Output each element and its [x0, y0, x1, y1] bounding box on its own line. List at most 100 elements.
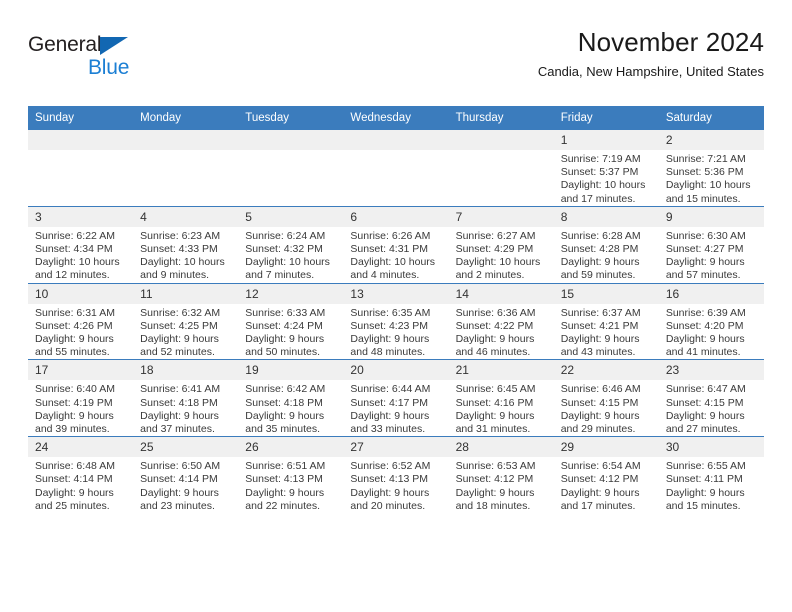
calendar-day-cell[interactable]: 23 Sunrise: 6:47 AM Sunset: 4:15 PM Dayligh… — [658, 359, 764, 437]
daylight-text: Daylight: 10 hours and 12 minutes. — [35, 256, 120, 282]
calendar-day-cell[interactable]: 26 Sunrise: 6:51 AM Sunset: 4:13 PM Dayligh… — [238, 436, 344, 514]
sunrise-text: Sunrise: 7:21 AM — [665, 153, 746, 165]
day-number: 6 — [343, 206, 449, 227]
day-details: Sunrise: 6:45 AM Sunset: 4:16 PM Daylight:… — [449, 380, 554, 436]
sunrise-text: Sunrise: 6:40 AM — [35, 383, 115, 396]
calendar-header-row: Sunday Monday Tuesday Wednesday Thursday Frid… — [28, 106, 764, 130]
calendar-day-cell[interactable]: 25 Sunrise: 6:50 AM Sunset: 4:14 PM Dayligh… — [133, 436, 239, 514]
day-number — [343, 130, 449, 150]
calendar-day-cell[interactable]: 7 Sunrise: 6:27 AM Sunset: 4:29 PM Daylight… — [448, 205, 554, 284]
daylight-text: Daylight: 9 hours and 43 minutes. — [560, 333, 640, 359]
day-number: 11 — [133, 283, 239, 304]
daylight-text: Daylight: 9 hours and 39 minutes. — [35, 409, 114, 436]
day-details: Sunrise: 6:44 AM Sunset: 4:17 PM Daylight:… — [343, 380, 448, 436]
sunset-text: Sunset: 5:37 PM — [560, 166, 639, 179]
calendar-day-cell-empty — [343, 130, 449, 207]
daylight-text: Daylight: 9 hours and 57 minutes. — [665, 256, 745, 282]
daylight-text: Daylight: 9 hours and 35 minutes. — [245, 409, 325, 436]
day-number — [28, 130, 134, 150]
sunset-text: Sunset: 4:18 PM — [245, 396, 323, 409]
calendar-day-cell[interactable]: 30 Sunrise: 6:55 AM Sunset: 4:11 PM Dayligh… — [658, 436, 764, 514]
sunset-text: Sunset: 4:20 PM — [665, 319, 744, 332]
day-details: Sunrise: 6:50 AM Sunset: 4:14 PM Daylight:… — [133, 457, 238, 513]
calendar-day-cell[interactable]: 19 Sunrise: 6:42 AM Sunset: 4:18 PM Dayligh… — [238, 359, 344, 437]
daylight-text: Daylight: 10 hours and 15 minutes. — [665, 179, 751, 205]
calendar-day-cell-empty — [238, 130, 344, 207]
day-number: 7 — [448, 206, 554, 227]
day-number: 17 — [28, 360, 134, 381]
calendar-week-row: 24 Sunrise: 6:48 AM Sunset: 4:14 PM Dayligh… — [28, 436, 764, 514]
day-details: Sunrise: 6:23 AM Sunset: 4:33 PM Daylight:… — [133, 227, 238, 283]
calendar-day-cell[interactable]: 5 Sunrise: 6:24 AM Sunset: 4:32 PM Daylight… — [238, 205, 344, 284]
day-number: 14 — [448, 283, 554, 304]
calendar-day-cell[interactable]: 15 Sunrise: 6:37 AM Sunset: 4:21 PM Dayligh… — [553, 282, 659, 360]
sunset-text: Sunset: 4:32 PM — [245, 243, 323, 256]
day-details: Sunrise: 6:35 AM Sunset: 4:23 PM Daylight:… — [343, 304, 448, 360]
sunrise-text: Sunrise: 6:47 AM — [665, 383, 746, 396]
day-number: 3 — [28, 206, 134, 227]
day-number: 28 — [448, 437, 554, 458]
calendar-day-cell[interactable]: 20 Sunrise: 6:44 AM Sunset: 4:17 PM Dayligh… — [343, 359, 449, 437]
day-details: Sunrise: 6:27 AM Sunset: 4:29 PM Daylight:… — [449, 227, 554, 283]
sunset-text: Sunset: 4:16 PM — [455, 396, 534, 409]
calendar-day-cell[interactable]: 21 Sunrise: 6:45 AM Sunset: 4:16 PM Dayligh… — [448, 359, 554, 437]
calendar-day-cell[interactable]: 27 Sunrise: 6:52 AM Sunset: 4:13 PM Dayligh… — [343, 436, 449, 514]
calendar-day-cell[interactable]: 8 Sunrise: 6:28 AM Sunset: 4:28 PM Daylight… — [553, 205, 659, 284]
calendar-day-cell[interactable]: 14 Sunrise: 6:36 AM Sunset: 4:22 PM Dayligh… — [448, 282, 554, 360]
sunset-text: Sunset: 4:12 PM — [455, 473, 534, 486]
sunrise-text: Sunrise: 6:46 AM — [560, 383, 641, 396]
weekday-header-friday: Friday — [553, 106, 659, 130]
sunrise-text: Sunrise: 6:39 AM — [665, 306, 746, 319]
weekday-header-row: Sunday Monday Tuesday Wednesday Thursday Frid… — [28, 106, 764, 130]
calendar-day-cell[interactable]: 18 Sunrise: 6:41 AM Sunset: 4:18 PM Dayligh… — [133, 359, 239, 437]
daylight-text: Daylight: 9 hours and 17 minutes. — [560, 486, 640, 512]
calendar-day-cell[interactable]: 1 Sunrise: 7:19 AM Sunset: 5:37 PM Daylight… — [553, 130, 659, 207]
calendar-day-cell[interactable]: 10 Sunrise: 6:31 AM Sunset: 4:26 PM Dayligh… — [28, 282, 134, 360]
calendar-day-cell[interactable]: 24 Sunrise: 6:48 AM Sunset: 4:14 PM Dayligh… — [28, 436, 134, 514]
calendar-week-row: 3 Sunrise: 6:22 AM Sunset: 4:34 PM Daylight… — [28, 205, 764, 284]
sunset-text: Sunset: 4:22 PM — [455, 319, 534, 332]
calendar-day-cell[interactable]: 16 Sunrise: 6:39 AM Sunset: 4:20 PM Dayligh… — [658, 282, 764, 360]
sunrise-text: Sunrise: 6:45 AM — [455, 383, 536, 396]
day-details: Sunrise: 6:28 AM Sunset: 4:28 PM Daylight:… — [554, 227, 659, 283]
daylight-text: Daylight: 9 hours and 50 minutes. — [245, 333, 325, 359]
sunrise-text: Sunrise: 6:51 AM — [245, 460, 326, 473]
sunrise-sunset-calendar: Sunday Monday Tuesday Wednesday Thursday Frid… — [28, 106, 764, 514]
calendar-day-cell[interactable]: 22 Sunrise: 6:46 AM Sunset: 4:15 PM Dayligh… — [553, 359, 659, 437]
weekday-header-thursday: Thursday — [448, 106, 554, 130]
day-number: 29 — [553, 437, 659, 458]
day-number: 2 — [658, 130, 764, 150]
sunset-text: Sunset: 4:21 PM — [560, 319, 639, 332]
sunrise-text: Sunrise: 6:31 AM — [35, 306, 115, 319]
general-blue-logo: General Blue — [28, 34, 228, 90]
logo-text-general: General — [28, 33, 102, 56]
calendar-day-cell[interactable]: 11 Sunrise: 6:32 AM Sunset: 4:25 PM Dayligh… — [133, 282, 239, 360]
day-details: Sunrise: 6:31 AM Sunset: 4:26 PM Daylight:… — [28, 304, 133, 360]
sunset-text: Sunset: 4:13 PM — [245, 473, 323, 486]
calendar-day-cell[interactable]: 6 Sunrise: 6:26 AM Sunset: 4:31 PM Daylight… — [343, 205, 449, 284]
day-number: 26 — [238, 437, 344, 458]
weekday-header-saturday: Saturday — [658, 106, 764, 130]
day-details: Sunrise: 6:41 AM Sunset: 4:18 PM Daylight:… — [133, 380, 238, 436]
day-details: Sunrise: 6:24 AM Sunset: 4:32 PM Daylight:… — [238, 227, 343, 283]
day-number: 21 — [448, 360, 554, 381]
calendar-day-cell-empty — [133, 130, 239, 207]
day-number: 22 — [553, 360, 659, 381]
day-details: Sunrise: 6:39 AM Sunset: 4:20 PM Daylight:… — [659, 304, 764, 360]
day-details: Sunrise: 6:47 AM Sunset: 4:15 PM Daylight:… — [659, 380, 764, 436]
calendar-day-cell[interactable]: 28 Sunrise: 6:53 AM Sunset: 4:12 PM Dayligh… — [448, 436, 554, 514]
calendar-day-cell[interactable]: 9 Sunrise: 6:30 AM Sunset: 4:27 PM Daylight… — [658, 205, 764, 284]
sunrise-text: Sunrise: 6:26 AM — [350, 229, 431, 242]
sunset-text: Sunset: 4:13 PM — [350, 473, 429, 486]
calendar-day-cell[interactable]: 2 Sunrise: 7:21 AM Sunset: 5:36 PM Daylight… — [658, 130, 764, 207]
calendar-day-cell[interactable]: 4 Sunrise: 6:23 AM Sunset: 4:33 PM Daylight… — [133, 205, 239, 284]
sunset-text: Sunset: 4:24 PM — [245, 319, 323, 332]
weekday-header-monday: Monday — [133, 106, 239, 130]
sunset-text: Sunset: 4:31 PM — [350, 243, 429, 256]
day-details: Sunrise: 6:52 AM Sunset: 4:13 PM Daylight:… — [343, 457, 448, 513]
calendar-day-cell[interactable]: 12 Sunrise: 6:33 AM Sunset: 4:24 PM Dayligh… — [238, 282, 344, 360]
calendar-day-cell[interactable]: 3 Sunrise: 6:22 AM Sunset: 4:34 PM Daylight… — [28, 205, 134, 284]
calendar-day-cell[interactable]: 17 Sunrise: 6:40 AM Sunset: 4:19 PM Dayligh… — [28, 359, 134, 437]
calendar-day-cell[interactable]: 29 Sunrise: 6:54 AM Sunset: 4:12 PM Dayligh… — [553, 436, 659, 514]
calendar-day-cell[interactable]: 13 Sunrise: 6:35 AM Sunset: 4:23 PM Dayligh… — [343, 282, 449, 360]
